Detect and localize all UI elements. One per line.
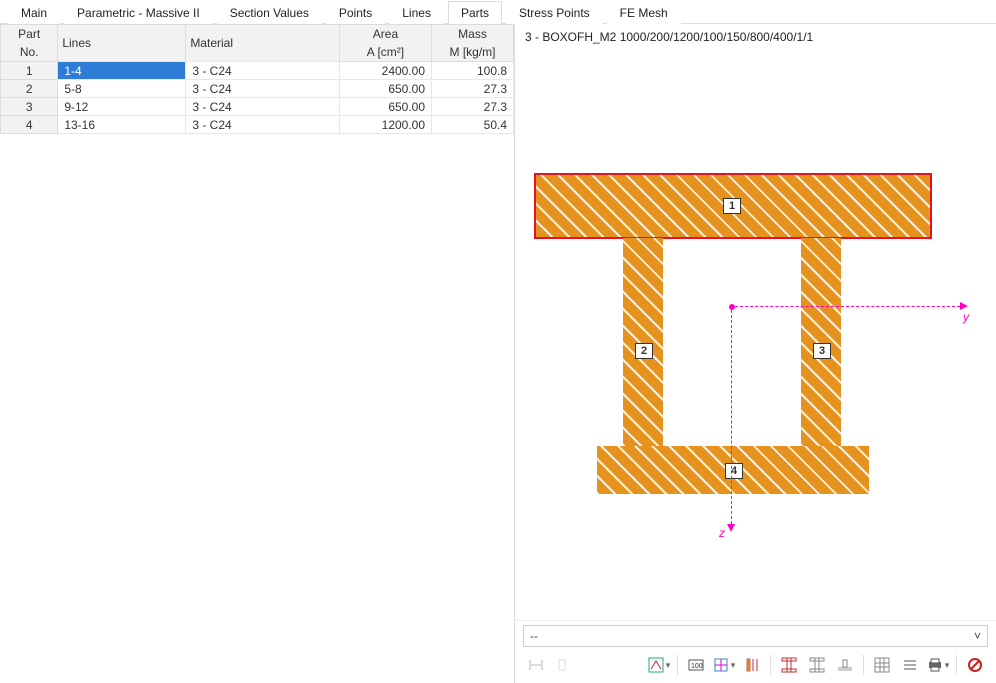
- tab-parts[interactable]: Parts: [448, 1, 502, 24]
- cell-lines[interactable]: 5-8: [58, 80, 186, 98]
- tab-parametric-massive-ii[interactable]: Parametric - Massive II: [64, 1, 213, 24]
- axis-z-line: [731, 310, 732, 524]
- col-material[interactable]: Material: [186, 25, 340, 62]
- table-row[interactable]: 25-83 - C24650.0027.3: [1, 80, 514, 98]
- col-lines[interactable]: Lines: [58, 25, 186, 62]
- cell-part-no[interactable]: 4: [1, 116, 58, 134]
- part-label-3: 3: [813, 343, 831, 359]
- tab-points[interactable]: Points: [326, 1, 385, 24]
- show-principal-button[interactable]: [776, 653, 802, 677]
- axis-y-label: y: [963, 310, 969, 324]
- col-mass-unit[interactable]: M [kg/m]: [432, 43, 514, 62]
- svg-text:100: 100: [691, 663, 703, 670]
- cell-material[interactable]: 3 - C24: [186, 116, 340, 134]
- part-shape-2[interactable]: [623, 238, 663, 446]
- parts-table: Part Lines Material Area Mass No. A [cm²…: [0, 24, 514, 134]
- col-part-no-unit[interactable]: No.: [1, 43, 58, 62]
- show-axes-button[interactable]: ▾: [711, 653, 737, 677]
- parts-table-panel: Part Lines Material Area Mass No. A [cm²…: [0, 24, 515, 683]
- cell-mass[interactable]: 50.4: [432, 116, 514, 134]
- show-dimensions-button[interactable]: [739, 653, 765, 677]
- section-preview[interactable]: 1 2 3 4 y z: [515, 48, 996, 620]
- part-label-4: 4: [725, 463, 743, 479]
- tab-stress-points[interactable]: Stress Points: [506, 1, 603, 24]
- tab-bar: MainParametric - Massive IISection Value…: [0, 0, 996, 24]
- col-area[interactable]: Area: [339, 25, 431, 44]
- cell-lines[interactable]: 13-16: [58, 116, 186, 134]
- cell-mass[interactable]: 27.3: [432, 80, 514, 98]
- axis-origin: [729, 304, 735, 310]
- cell-material[interactable]: 3 - C24: [186, 62, 340, 80]
- col-area-unit[interactable]: A [cm²]: [339, 43, 431, 62]
- axis-y-arrow-icon: [960, 302, 968, 310]
- cell-area[interactable]: 2400.00: [339, 62, 431, 80]
- tab-section-values[interactable]: Section Values: [217, 1, 322, 24]
- show-parts-button[interactable]: [832, 653, 858, 677]
- axis-y-line: [735, 306, 960, 307]
- pick-section-button[interactable]: [551, 653, 577, 677]
- table-row[interactable]: 413-163 - C241200.0050.4: [1, 116, 514, 134]
- print-button[interactable]: ▾: [925, 653, 951, 677]
- cell-area[interactable]: 1200.00: [339, 116, 431, 134]
- tab-main[interactable]: Main: [8, 1, 60, 24]
- cell-part-no[interactable]: 3: [1, 98, 58, 116]
- show-values-button[interactable]: [804, 653, 830, 677]
- units-button[interactable]: [523, 653, 549, 677]
- stress-plot-button[interactable]: ▾: [646, 653, 672, 677]
- axis-z-arrow-icon: [727, 524, 735, 532]
- scale-100-button[interactable]: 100: [683, 653, 709, 677]
- delete-button[interactable]: [962, 653, 988, 677]
- axis-z-label: z: [719, 526, 725, 540]
- cell-material[interactable]: 3 - C24: [186, 80, 340, 98]
- part-shape-3[interactable]: [801, 238, 841, 446]
- preview-mode-dropdown[interactable]: -- ˅: [523, 625, 988, 647]
- part-label-1: 1: [723, 198, 741, 214]
- list-button[interactable]: [897, 653, 923, 677]
- tab-lines[interactable]: Lines: [389, 1, 444, 24]
- chevron-down-icon: ˅: [974, 629, 981, 643]
- tab-fe-mesh[interactable]: FE Mesh: [607, 1, 681, 24]
- part-label-2: 2: [635, 343, 653, 359]
- preview-toolbar: ▾ 100 ▾ ▾: [515, 649, 996, 683]
- cell-part-no[interactable]: 2: [1, 80, 58, 98]
- cell-lines[interactable]: 9-12: [58, 98, 186, 116]
- cell-lines[interactable]: 1-4: [58, 62, 186, 80]
- col-part-no[interactable]: Part: [1, 25, 58, 44]
- table-row[interactable]: 11-43 - C242400.00100.8: [1, 62, 514, 80]
- preview-title: 3 - BOXOFH_M2 1000/200/1200/100/150/800/…: [515, 24, 996, 48]
- cell-material[interactable]: 3 - C24: [186, 98, 340, 116]
- cell-part-no[interactable]: 1: [1, 62, 58, 80]
- cell-area[interactable]: 650.00: [339, 80, 431, 98]
- cell-mass[interactable]: 27.3: [432, 98, 514, 116]
- cell-mass[interactable]: 100.8: [432, 62, 514, 80]
- dropdown-value: --: [530, 629, 538, 643]
- table-row[interactable]: 39-123 - C24650.0027.3: [1, 98, 514, 116]
- grid-button[interactable]: [869, 653, 895, 677]
- col-mass[interactable]: Mass: [432, 25, 514, 44]
- cell-area[interactable]: 650.00: [339, 98, 431, 116]
